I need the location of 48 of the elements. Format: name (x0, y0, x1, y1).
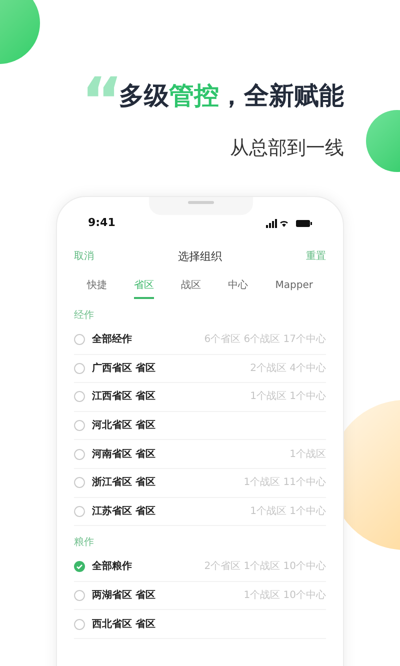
radio-icon[interactable] (74, 391, 85, 402)
radio-icon[interactable] (74, 618, 85, 630)
row-summary: 1个战区 10个中心 (244, 588, 326, 604)
list-row[interactable]: 全部粮作 2个省区 1个战区 10个中心 (74, 553, 326, 582)
radio-icon[interactable] (74, 448, 85, 460)
tab[interactable]: 中心 (228, 279, 248, 299)
radio-icon[interactable] (74, 334, 85, 346)
section-title: 经作 (74, 309, 95, 323)
row-label: 浙江省区 省区 (92, 476, 156, 490)
row-summary: 1个战区 11个中心 (244, 476, 326, 490)
list-row[interactable]: 广西省区 省区 2个战区 4个中心 (74, 354, 326, 384)
list-row[interactable]: 两湖省区 省区 1个战区 10个中心 (74, 582, 326, 610)
row-label: 广西省区 省区 (92, 361, 156, 376)
list-row[interactable]: 全部经作 6个省区 6个战区 17个中心 (74, 326, 326, 355)
row-summary: 2个省区 1个战区 10个中心 (204, 560, 326, 574)
tab[interactable]: 战区 (181, 279, 202, 299)
status-time: 9:41 (88, 215, 116, 231)
section-title: 粮作 (74, 536, 95, 550)
row-summary: 1个战区 1个中心 (250, 390, 326, 404)
screen-title: 选择组织 (178, 248, 222, 264)
row-summary: 1个战区 (290, 448, 326, 462)
row-label: 全部粮作 (92, 560, 132, 574)
subtitle: 从总部到一线 (230, 136, 344, 161)
row-summary: 2个战区 4个中心 (250, 362, 326, 376)
row-label: 西北省区 省区 (92, 618, 156, 632)
tab[interactable]: 快捷 (87, 279, 107, 299)
radio-icon[interactable] (74, 477, 85, 488)
list-row[interactable]: 江西省区 省区 1个战区 1个中心 (74, 383, 326, 412)
row-label: 河南省区 省区 (92, 448, 156, 462)
radio-icon[interactable] (74, 420, 85, 432)
radio-icon[interactable] (74, 506, 85, 517)
checked-radio-icon[interactable] (74, 561, 85, 572)
list-row[interactable]: 河北省区 省区 (74, 412, 326, 440)
row-label: 两湖省区 省区 (92, 588, 156, 604)
row-summary: 1个战区 1个中心 (250, 504, 326, 519)
row-label: 全部经作 (92, 332, 132, 348)
list-row[interactable]: 河南省区 省区 1个战区 (74, 440, 326, 469)
row-label: 江苏省区 省区 (92, 504, 156, 519)
row-summary: 6个省区 6个战区 17个中心 (204, 332, 326, 348)
row-label: 江西省区 省区 (92, 390, 156, 404)
radio-icon[interactable] (74, 362, 85, 374)
list-row[interactable]: 浙江省区 省区 1个战区 11个中心 (74, 468, 326, 498)
radio-icon[interactable] (74, 590, 85, 602)
list-row[interactable]: 西北省区 省区 (74, 610, 326, 639)
list-row[interactable]: 江苏省区 省区 1个战区 1个中心 (74, 498, 326, 526)
tab[interactable]: Mapper (275, 279, 313, 299)
row-label: 河北省区 省区 (92, 418, 156, 434)
status-icons (266, 218, 312, 228)
